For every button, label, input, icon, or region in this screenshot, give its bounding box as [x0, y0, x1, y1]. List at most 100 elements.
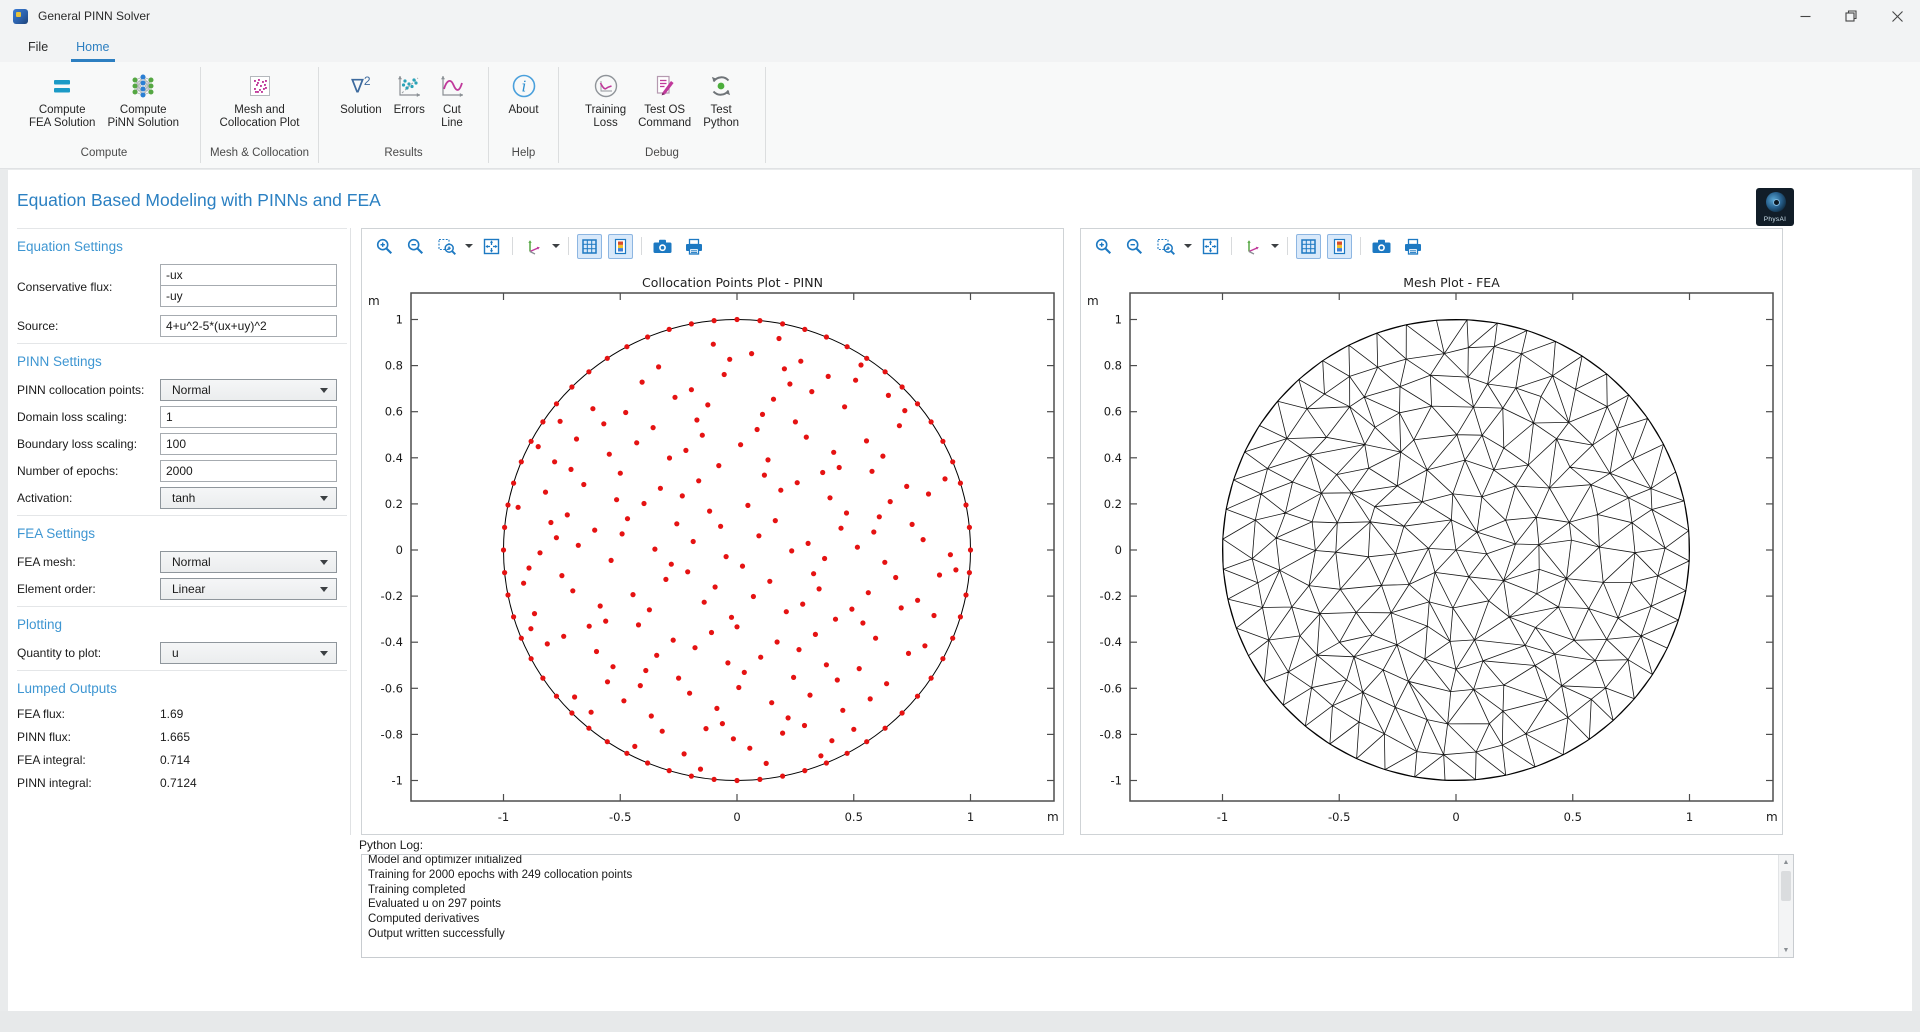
- x-tick-label: -1: [1217, 810, 1228, 824]
- log-line: Computed derivatives: [368, 912, 1787, 927]
- scrollbar-thumb[interactable]: [1781, 871, 1791, 901]
- restore-button[interactable]: [1828, 0, 1874, 32]
- dropdown-value: Normal: [172, 555, 211, 569]
- ribbon-button-training-loss[interactable]: TrainingLoss: [580, 69, 631, 132]
- axis-orientation-icon[interactable]: [1240, 234, 1265, 259]
- dropdown-value: tanh: [172, 491, 195, 505]
- quantity-to-plot-dropdown[interactable]: u: [160, 642, 337, 664]
- menu-tab-bar: FileHome: [0, 32, 1920, 62]
- fea-mesh-triangles: [1223, 320, 1689, 780]
- ribbon-button-label: About: [508, 104, 538, 117]
- page-title: Equation Based Modeling with PINNs and F…: [17, 190, 381, 211]
- collocation-plot-canvas[interactable]: -1-0.500.5110.80.60.40.20-0.2-0.4-0.6-0.…: [362, 263, 1063, 834]
- python-log-box: Model and optimizer initializedTraining …: [361, 854, 1794, 958]
- ribbon-button-compute-fea-solution[interactable]: ComputeFEA Solution: [24, 69, 100, 132]
- close-button[interactable]: [1874, 0, 1920, 32]
- y-tick-label: -0.2: [1100, 589, 1122, 603]
- chevron-down-icon[interactable]: [552, 244, 560, 248]
- chevron-down-icon[interactable]: [1271, 244, 1279, 248]
- zoom-box-icon[interactable]: [1153, 234, 1178, 259]
- y-tick-label: -0.6: [1100, 681, 1122, 695]
- conservative-flux-field-1[interactable]: [160, 264, 337, 286]
- ribbon-button-errors[interactable]: Errors: [389, 69, 430, 119]
- equals-icon: [47, 71, 77, 101]
- camera-icon[interactable]: [1369, 234, 1394, 259]
- number-of-epochs-field[interactable]: [160, 460, 337, 482]
- zoom-out-icon[interactable]: [403, 234, 428, 259]
- log-line: Training for 2000 epochs with 249 colloc…: [368, 868, 1787, 883]
- boundary-loss-scaling-field[interactable]: [160, 433, 337, 455]
- zoom-box-icon[interactable]: [434, 234, 459, 259]
- field-label: FEA flux:: [17, 706, 65, 723]
- x-tick-label: -0.5: [609, 810, 631, 824]
- field-label: FEA mesh:: [17, 551, 76, 573]
- print-icon[interactable]: [1400, 234, 1425, 259]
- form-row: FEA integral:0.714: [17, 752, 347, 769]
- print-icon[interactable]: [681, 234, 706, 259]
- scroll-down-icon[interactable]: ▼: [1779, 943, 1793, 957]
- axis-orientation-icon[interactable]: [521, 234, 546, 259]
- ribbon-button-cut-line[interactable]: CutLine: [432, 69, 472, 132]
- fit-view-icon[interactable]: [479, 234, 504, 259]
- y-tick-label: 0: [396, 543, 403, 557]
- ribbon-button-label: Errors: [394, 104, 425, 117]
- mesh-plot-canvas[interactable]: -1-0.500.5110.80.60.40.20-0.2-0.4-0.6-0.…: [1081, 263, 1782, 834]
- errors-scatter-icon: [394, 71, 424, 101]
- domain-loss-scaling-field[interactable]: [160, 406, 337, 428]
- fit-view-icon[interactable]: [1198, 234, 1223, 259]
- ribbon-button-mesh-and-collocation-plot[interactable]: Mesh andCollocation Plot: [215, 69, 305, 132]
- field-label: Quantity to plot:: [17, 642, 101, 664]
- chevron-down-icon: [320, 496, 328, 501]
- source-field[interactable]: [160, 315, 337, 337]
- dropdown-value: u: [172, 646, 179, 660]
- activation-dropdown[interactable]: tanh: [160, 487, 337, 509]
- dropdown-value: Normal: [172, 383, 211, 397]
- ribbon-button-about[interactable]: iAbout: [503, 69, 543, 119]
- grid-toggle-icon[interactable]: [1296, 234, 1321, 259]
- axis-frame: [411, 293, 1054, 801]
- zoom-out-icon[interactable]: [1122, 234, 1147, 259]
- form-row: PINN integral:0.7124: [17, 775, 347, 792]
- ribbon-button-label: Mesh andCollocation Plot: [220, 104, 300, 130]
- ribbon-button-compute-pinn-solution[interactable]: ComputePiNN Solution: [102, 69, 184, 132]
- grid-toggle-icon[interactable]: [577, 234, 602, 259]
- log-scrollbar[interactable]: ▲ ▼: [1778, 855, 1793, 957]
- y-tick-label: 0.4: [385, 451, 403, 465]
- x-axis-unit: m: [1047, 810, 1059, 824]
- field-label: Domain loss scaling:: [17, 406, 127, 428]
- python-log-label: Python Log:: [359, 838, 423, 852]
- app-icon: [13, 9, 28, 24]
- element-order-dropdown[interactable]: Linear: [160, 578, 337, 600]
- camera-icon[interactable]: [650, 234, 675, 259]
- y-tick-label: 0.2: [385, 497, 403, 511]
- conservative-flux-field-2[interactable]: [160, 285, 337, 307]
- nabla-squared-icon: ∇2: [346, 71, 376, 101]
- field-label: Activation:: [17, 487, 72, 509]
- pinn-collocation-points-dropdown[interactable]: Normal: [160, 379, 337, 401]
- x-tick-label: 1: [967, 810, 974, 824]
- menu-tab-file[interactable]: File: [14, 32, 62, 62]
- form-row: FEA flux:1.69: [17, 706, 347, 723]
- toolbar-separator: [1231, 237, 1232, 255]
- zoom-in-icon[interactable]: [1091, 234, 1116, 259]
- minimize-button[interactable]: [1782, 0, 1828, 32]
- ribbon-button-test-os-command[interactable]: Test OSCommand: [633, 69, 696, 132]
- ribbon-button-test-python[interactable]: TestPython: [698, 69, 744, 132]
- colorbar-toggle-icon[interactable]: [608, 234, 633, 259]
- menu-tab-home[interactable]: Home: [62, 32, 123, 62]
- chevron-down-icon[interactable]: [1184, 244, 1192, 248]
- toolbar-separator: [641, 237, 642, 255]
- zoom-in-icon[interactable]: [372, 234, 397, 259]
- scroll-up-icon[interactable]: ▲: [1779, 855, 1793, 869]
- ribbon-button-solution[interactable]: ∇2Solution: [335, 69, 387, 119]
- plot-title: Mesh Plot - FEA: [1403, 275, 1500, 290]
- form-row: Source:: [17, 315, 347, 337]
- axis-frame: [1130, 293, 1773, 801]
- colorbar-toggle-icon[interactable]: [1327, 234, 1352, 259]
- chevron-down-icon[interactable]: [465, 244, 473, 248]
- y-tick-label: -1: [1111, 774, 1122, 788]
- window-controls: [1782, 0, 1920, 32]
- pinn-flux-value: 1.665: [160, 729, 190, 746]
- fea-mesh-dropdown[interactable]: Normal: [160, 551, 337, 573]
- y-tick-label: 1: [396, 313, 403, 327]
